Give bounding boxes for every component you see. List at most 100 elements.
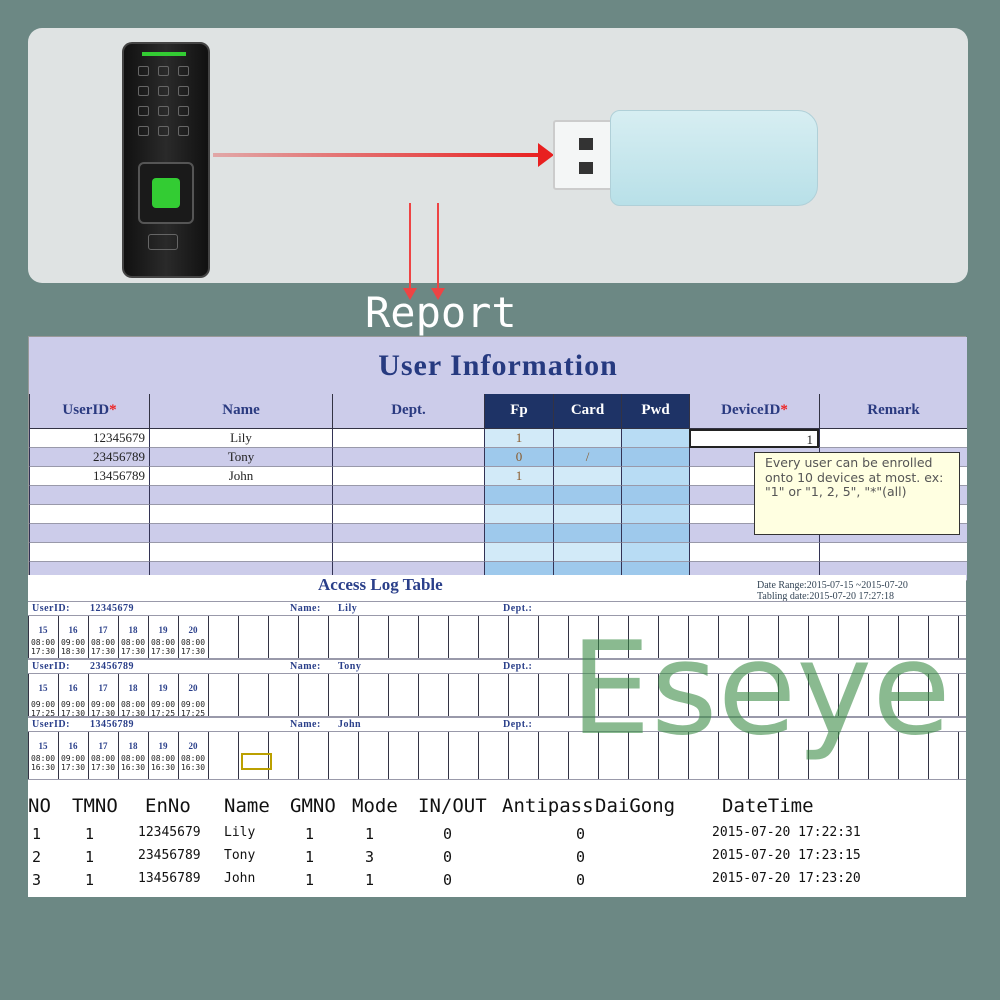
record-header: Name [224,795,270,817]
table-cell[interactable] [149,524,332,543]
day-label: 18 [128,625,138,635]
table-cell[interactable] [621,448,689,467]
table-cell[interactable] [484,524,553,543]
log-title: Access Log Table [318,575,443,594]
column-header-label: Card [570,402,605,418]
table-cell[interactable] [149,486,332,505]
dept-label: Dept.: [503,719,533,730]
attendance-records: NO TMNO EnNo Name GMNO Mode IN/OUT Antipass DaiG… [28,785,966,897]
table-cell[interactable] [553,486,621,505]
table-cell[interactable]: 1 [484,467,553,486]
card-icon [148,234,178,250]
table-cell[interactable] [332,448,484,467]
day-label: 20 [188,683,198,693]
table-cell[interactable] [149,543,332,562]
report-arrow [409,203,411,291]
table-cell[interactable] [621,543,689,562]
time-in: 08:00 [150,638,176,647]
table-cell[interactable] [484,486,553,505]
time-out: 18:30 [60,647,86,656]
table-cell[interactable] [332,467,484,486]
column-header-label: Pwd [641,402,670,418]
table-cell[interactable]: 1 [484,429,553,448]
time-in: 08:00 [30,638,56,647]
day-label: 20 [188,741,198,751]
day-label: 18 [128,741,138,751]
required-mark: * [109,402,117,418]
record-cell: 1 [85,871,95,889]
table-cell[interactable] [332,429,484,448]
day-label: 16 [68,741,78,751]
table-cell[interactable] [553,467,621,486]
record-cell: 0 [576,871,586,889]
name-value: John [338,719,362,730]
time-out: 17:30 [90,763,116,772]
column-header: Fp [484,394,553,429]
day-label: 15 [38,625,48,635]
table-cell[interactable] [819,429,967,448]
time-out: 17:30 [30,647,56,656]
record-header: TMNO [72,795,118,817]
time-out: 17:30 [120,647,146,656]
column-header: Name [149,394,332,429]
table-cell[interactable] [689,543,819,562]
time-in: 08:00 [120,754,146,763]
time-out: 16:30 [120,763,146,772]
table-cell[interactable]: 1 [689,429,819,448]
table-cell[interactable] [553,543,621,562]
table-cell[interactable]: 23456789 [29,448,149,467]
time-out: 17:30 [180,647,206,656]
table-cell[interactable]: John [149,467,332,486]
table-cell[interactable] [621,467,689,486]
record-header: EnNo [145,795,191,817]
table-cell[interactable] [553,429,621,448]
table-cell[interactable] [332,486,484,505]
keypad-key [178,106,189,116]
table-cell[interactable] [29,505,149,524]
column-header: UserID* [29,394,149,429]
table-cell[interactable] [621,429,689,448]
table-cell[interactable]: Lily [149,429,332,448]
table-cell[interactable] [332,505,484,524]
column-header: Dept. [332,394,484,429]
table-cell[interactable] [621,524,689,543]
table-cell[interactable] [29,524,149,543]
table-cell[interactable] [553,524,621,543]
record-header: DateTime [722,795,814,817]
column-header: Card [553,394,621,429]
table-cell[interactable] [553,505,621,524]
userid-value: 12345679 [90,603,134,614]
table-cell[interactable]: 12345679 [29,429,149,448]
name-value: Tony [338,661,362,672]
day-label: 20 [188,625,198,635]
usb-drive-body [610,110,818,206]
table-cell[interactable] [332,524,484,543]
table-cell[interactable] [29,543,149,562]
table-cell[interactable] [484,505,553,524]
table-cell[interactable] [621,505,689,524]
required-mark: * [780,402,788,418]
record-cell: 2015-07-20 17:23:15 [712,848,861,863]
table-cell[interactable] [819,543,967,562]
table-cell[interactable]: / [553,448,621,467]
table-cell[interactable] [29,486,149,505]
dept-label: Dept.: [503,603,533,614]
keypad-key [138,66,149,76]
record-cell: 3 [32,871,42,889]
table-cell[interactable] [149,505,332,524]
record-cell: 0 [576,848,586,866]
table-cell[interactable]: Tony [149,448,332,467]
table-cell[interactable] [484,543,553,562]
watermark: Eseye [570,615,951,764]
record-cell: 23456789 [138,848,201,863]
table-cell[interactable] [332,543,484,562]
userid-label: UserID: [32,719,70,730]
time-in: 08:00 [180,638,206,647]
record-cell: 0 [576,825,586,843]
day-label: 17 [98,741,108,751]
userid-value: 13456789 [90,719,134,730]
table-cell[interactable]: 0 [484,448,553,467]
table-cell[interactable]: 13456789 [29,467,149,486]
day-label: 16 [68,683,78,693]
table-cell[interactable] [621,486,689,505]
